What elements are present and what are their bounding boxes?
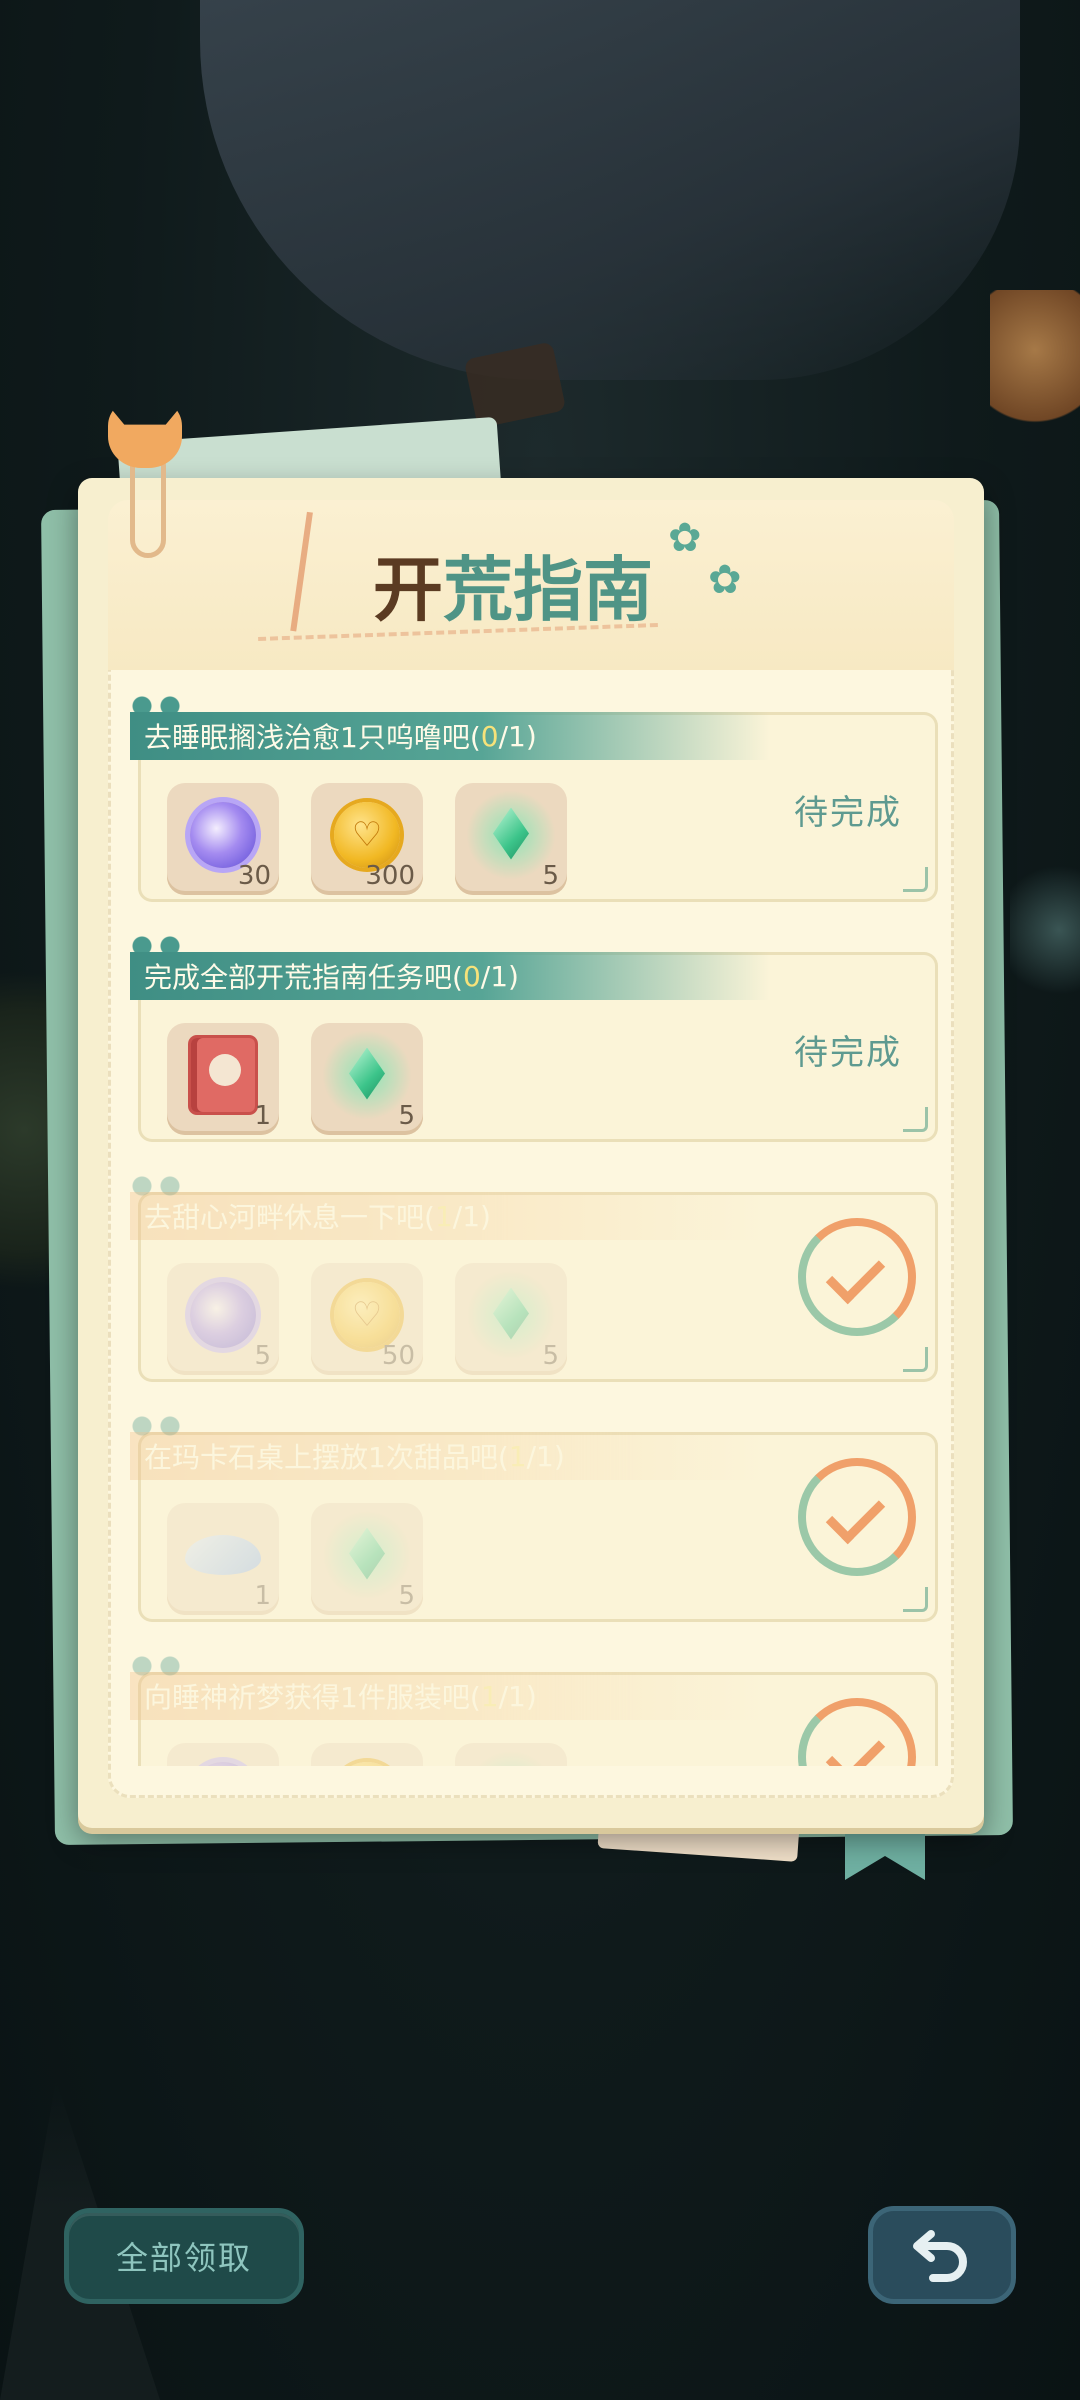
green-crystal-icon xyxy=(466,789,556,880)
reward-quantity: 5 xyxy=(398,1581,415,1611)
reward-slot[interactable]: 1 xyxy=(167,1023,279,1135)
reward-slot[interactable]: 1 xyxy=(167,1503,279,1615)
task-progress-count: 0 xyxy=(480,719,499,753)
task-list[interactable]: 去睡眠搁浅治愈1只呜噜吧(0/1) 30 ♡ 300 5 待完成 完成全部开荒指… xyxy=(108,690,954,1766)
completed-check-icon xyxy=(798,1218,916,1336)
reward-quantity: 5 xyxy=(398,1101,415,1131)
cat-paperclip-icon xyxy=(104,388,190,558)
gold-heart-coin-icon: ♡ xyxy=(334,1281,400,1348)
status-pending-label: 待完成 xyxy=(794,785,902,834)
gold-heart-coin-icon: ♡ xyxy=(334,801,400,868)
background-character xyxy=(990,290,1080,440)
purple-dream-gem-icon xyxy=(190,1281,256,1348)
page-title: 开 荒 指 南 xyxy=(365,545,653,641)
task-title-text: 在玛卡石桌上摆放1次甜品吧( xyxy=(144,1441,509,1474)
task-progress-count: 0 xyxy=(462,959,481,993)
guide-header: 开 荒 指 南 ✿ ✿ xyxy=(108,500,954,670)
green-crystal-icon xyxy=(466,1749,556,1766)
task-item[interactable]: 去甜心河畔休息一下吧(1/1) 5 ♡ 50 5 xyxy=(130,1170,938,1382)
task-item[interactable]: 在玛卡石桌上摆放1次甜品吧(1/1) 1 5 xyxy=(130,1410,938,1622)
task-progress-total: /1) xyxy=(526,1439,565,1473)
task-progress-total: /1) xyxy=(498,1679,537,1713)
green-crystal-icon xyxy=(322,1029,412,1120)
title-char-4: 南 xyxy=(583,549,653,631)
task-title: 向睡神祈梦获得1件服装吧(1/1) xyxy=(130,1672,770,1720)
reward-slot[interactable]: ♡ 300 xyxy=(311,783,423,895)
paw-print-icon: ✿ xyxy=(708,558,742,602)
reward-list: 30 ♡ 300 5 xyxy=(167,783,567,895)
title-char-2: 荒 xyxy=(443,549,513,631)
task-title: 去睡眠搁浅治愈1只呜噜吧(0/1) xyxy=(130,712,770,760)
task-progress-total: /1) xyxy=(452,1199,491,1233)
reward-quantity: 5 xyxy=(542,1341,559,1371)
task-title-text: 完成全部开荒指南任务吧( xyxy=(144,961,463,994)
reward-quantity: 1 xyxy=(254,1581,271,1611)
reward-slot[interactable] xyxy=(167,1743,279,1766)
reward-list: 1 5 xyxy=(167,1503,423,1615)
title-char-1: 开 xyxy=(373,549,443,631)
return-arrow-icon xyxy=(913,2230,967,2282)
paw-print-icon: ✿ xyxy=(668,516,702,560)
reward-list: 5 ♡ 50 5 xyxy=(167,1263,567,1375)
red-book-icon xyxy=(191,1037,255,1112)
blue-feather-icon xyxy=(185,1534,261,1575)
reward-slot[interactable]: 5 xyxy=(167,1263,279,1375)
reward-quantity: 50 xyxy=(381,1341,415,1371)
back-button[interactable] xyxy=(868,2206,1016,2304)
reward-slot[interactable] xyxy=(455,1743,567,1766)
task-progress-count: 1 xyxy=(508,1439,527,1473)
gold-heart-coin-icon: ♡ xyxy=(334,1761,400,1766)
reward-quantity: 300 xyxy=(365,861,415,891)
task-item[interactable]: 去睡眠搁浅治愈1只呜噜吧(0/1) 30 ♡ 300 5 待完成 xyxy=(130,690,938,902)
task-progress-count: 1 xyxy=(480,1679,499,1713)
claim-all-button[interactable]: 全部领取 xyxy=(64,2208,304,2304)
reward-slot[interactable]: 5 xyxy=(455,783,567,895)
reward-quantity: 5 xyxy=(254,1341,271,1371)
completed-check-icon xyxy=(798,1458,916,1576)
title-char-3: 指 xyxy=(513,549,583,631)
task-title: 在玛卡石桌上摆放1次甜品吧(1/1) xyxy=(130,1432,770,1480)
task-item[interactable]: 向睡神祈梦获得1件服装吧(1/1) ♡ xyxy=(130,1650,938,1766)
task-title: 去甜心河畔休息一下吧(1/1) xyxy=(130,1192,770,1240)
reward-quantity: 30 xyxy=(237,861,271,891)
reward-quantity: 1 xyxy=(254,1101,271,1131)
task-progress-count: 1 xyxy=(434,1199,453,1233)
cat-head-icon xyxy=(108,405,182,468)
reward-slot[interactable]: 30 xyxy=(167,783,279,895)
reward-list: ♡ xyxy=(167,1743,567,1766)
background-rock-right xyxy=(1010,860,1080,1000)
task-title-text: 向睡神祈梦获得1件服装吧( xyxy=(144,1681,481,1714)
status-pending-label: 待完成 xyxy=(794,1025,902,1074)
task-title: 完成全部开荒指南任务吧(0/1) xyxy=(130,952,770,1000)
reward-slot[interactable]: 5 xyxy=(311,1503,423,1615)
reward-list: 1 5 xyxy=(167,1023,423,1135)
green-crystal-icon xyxy=(322,1509,412,1600)
reward-slot[interactable]: ♡ 50 xyxy=(311,1263,423,1375)
reward-slot[interactable]: ♡ xyxy=(311,1743,423,1766)
reward-slot[interactable]: 5 xyxy=(455,1263,567,1375)
background-rock xyxy=(200,0,1020,380)
reward-quantity: 5 xyxy=(542,861,559,891)
purple-dream-gem-icon xyxy=(190,801,256,868)
task-progress-total: /1) xyxy=(498,719,537,753)
purple-dream-gem-icon xyxy=(190,1761,256,1766)
reward-slot[interactable]: 5 xyxy=(311,1023,423,1135)
task-title-text: 去睡眠搁浅治愈1只呜噜吧( xyxy=(144,721,481,754)
task-item[interactable]: 完成全部开荒指南任务吧(0/1) 1 5 待完成 xyxy=(130,930,938,1142)
green-crystal-icon xyxy=(466,1269,556,1360)
task-title-text: 去甜心河畔休息一下吧( xyxy=(144,1201,435,1234)
task-progress-total: /1) xyxy=(480,959,519,993)
